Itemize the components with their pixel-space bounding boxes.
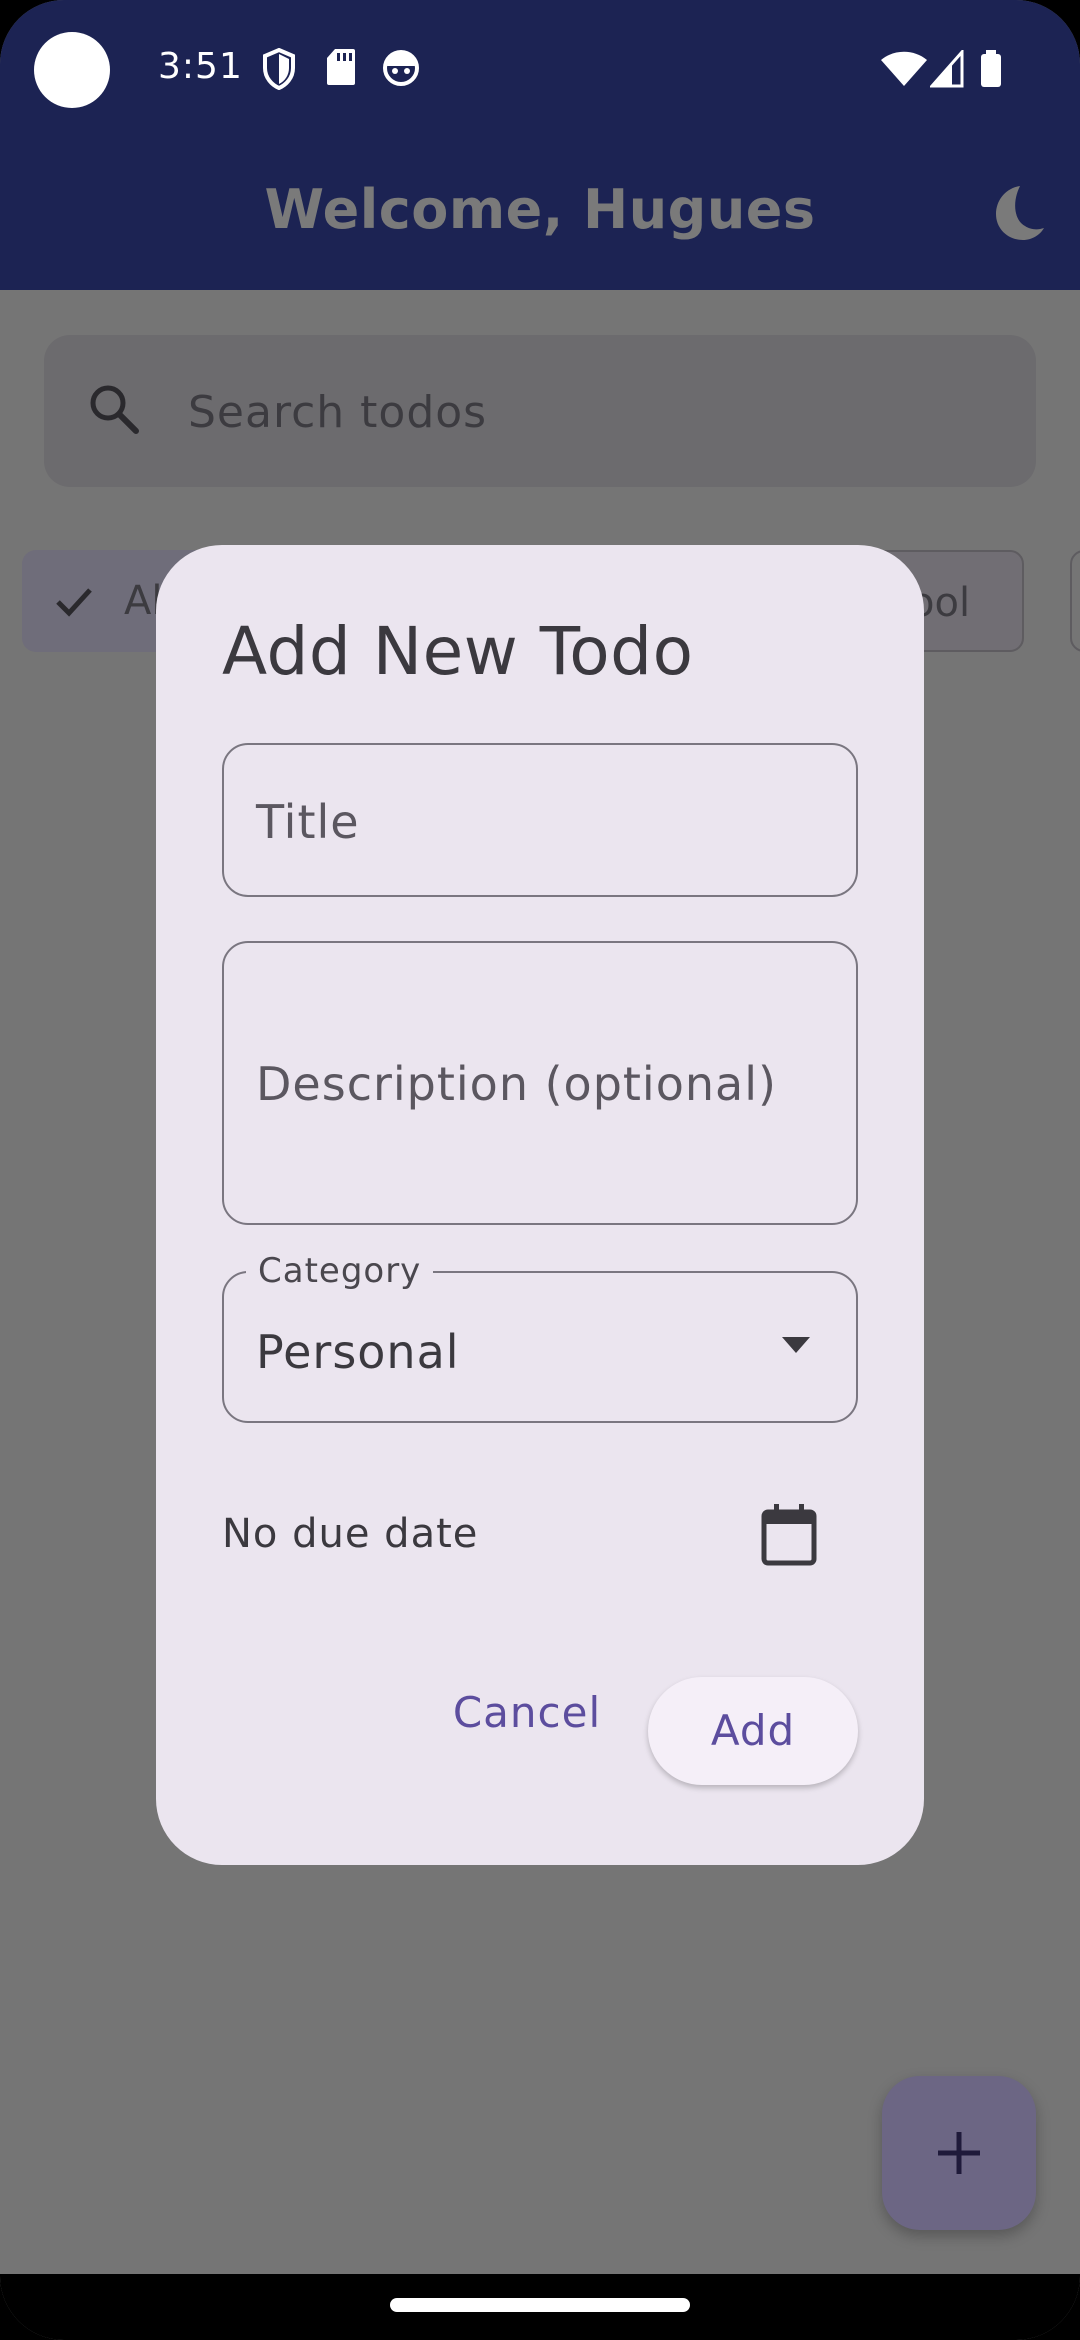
camera-cutout [34,32,110,108]
add-todo-dialog: Add New Todo Title Description (optional… [156,545,924,1865]
chip-partial[interactable] [1070,550,1080,652]
add-button[interactable]: Add [648,1677,858,1785]
status-bar: 3:51 [0,0,1080,140]
plus-icon [938,2132,980,2174]
moon-icon[interactable] [984,180,1048,244]
signal-icon [930,50,964,88]
wifi-icon [881,51,927,86]
category-value: Personal [256,1325,460,1379]
due-date-text: No due date [222,1511,479,1557]
app-bar: 3:51 Welcome, Hugues [0,0,1080,290]
search-icon [90,385,139,434]
status-time: 3:51 [158,46,243,87]
sd-card-icon [327,49,355,85]
category-label: Category [246,1251,434,1291]
calendar-icon[interactable] [760,1503,818,1567]
dropdown-arrow-icon [782,1337,810,1353]
screen: 3:51 Welcome, Hugues Search todos Al ool… [0,0,1080,2340]
dialog-title: Add New Todo [222,613,694,690]
android-face-icon [383,50,419,86]
cancel-button[interactable]: Cancel [438,1667,616,1759]
battery-icon [981,50,1001,87]
add-todo-fab[interactable] [882,2076,1036,2230]
description-placeholder: Description (optional) [256,1057,777,1111]
shield-icon [263,48,295,90]
search-input[interactable]: Search todos [188,387,487,438]
welcome-title: Welcome, Hugues [264,178,816,241]
home-indicator[interactable] [390,2298,690,2312]
description-field[interactable]: Description (optional) [222,941,858,1225]
title-field[interactable]: Title [222,743,858,897]
title-placeholder: Title [256,795,360,849]
check-icon [56,588,92,617]
category-dropdown[interactable]: Category Personal [222,1251,858,1423]
search-bar[interactable]: Search todos [44,335,1036,487]
